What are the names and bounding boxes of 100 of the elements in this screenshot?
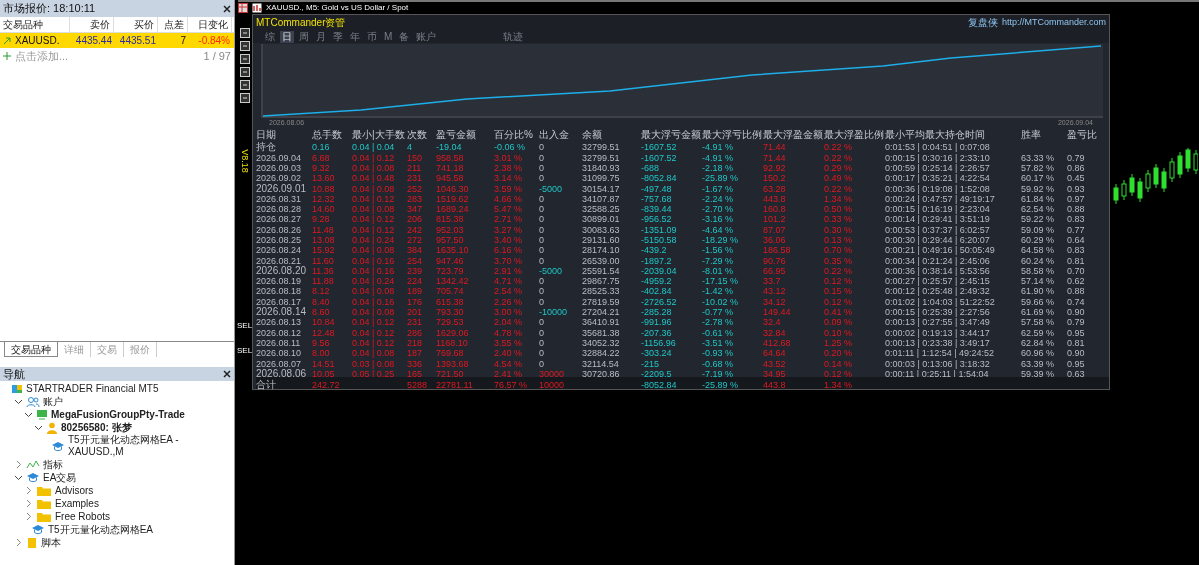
table-cell: 60.24 % [1021,255,1055,266]
navigator-item[interactable]: 80256580: 张梦 [61,421,132,434]
period-tab[interactable]: 季 [331,30,345,43]
navigator-item[interactable]: 脚本 [41,536,61,549]
column-header[interactable]: 日变化 [188,17,232,32]
table-cell: 30000 [539,368,565,379]
table-cell: 0.14 % [824,358,853,369]
chevron-right-icon[interactable] [24,499,33,508]
table-cell: 71.44 [763,152,786,163]
chevron-down-icon[interactable] [14,473,23,482]
table-cell: 2026.08.14 [256,306,307,318]
table-cell: 3.00 % [494,307,523,318]
table-cell: 2.26 % [494,296,523,307]
period-tab[interactable]: 备 [397,30,412,43]
table-cell: 283 [407,193,423,204]
table-cell: 0 [539,214,544,225]
column-header: 总手数 [312,129,343,141]
period-tab[interactable]: 轨迹 [501,30,526,43]
table-cell: 0.49 % [824,173,853,184]
period-tab[interactable]: 年 [348,30,362,43]
table-cell: 101.2 [763,214,786,225]
column-header: 百分比% [494,129,534,141]
close-icon[interactable] [223,370,231,378]
table-cell: 30899.01 [582,214,620,225]
table-cell: 0.70 [1067,265,1085,276]
chevron-down-icon[interactable] [14,397,23,406]
period-tab[interactable]: 周 [297,30,311,43]
chevron-down-icon[interactable] [24,410,33,419]
navigator-item[interactable]: T5开元量化动态网格EA [48,523,153,536]
table-cell: 0.04 | 0.12 [352,214,395,225]
navigator-item[interactable]: 指标 [43,458,63,471]
table-cell: 1046.30 [436,183,469,194]
table-cell: 947.46 [436,255,464,266]
table-cell: 3.59 % [494,183,523,194]
table-cell: 10.88 [312,183,335,194]
table-cell: 22781.11 [436,380,473,390]
period-tab[interactable]: M [382,30,395,43]
table-cell: 2026.08.27 [256,214,302,225]
navigator-item[interactable]: Examples [55,497,99,510]
table-cell: 11.36 [312,265,334,276]
table-cell: 59.92 % [1021,183,1055,194]
table-cell: -4.91 % [702,142,734,153]
table-cell: -2.18 % [702,162,734,173]
period-tab[interactable]: 日 [280,30,294,43]
table-cell: -303.24 [641,348,672,359]
plus-icon[interactable] [3,52,11,60]
period-tab[interactable]: 账户 [414,30,439,43]
table-cell: 187 [407,348,423,359]
table-cell: 0:00:15 | 0:16:19 | 2:23:04 [885,204,990,215]
table-cell: -4.64 % [702,224,734,235]
chevron-right-icon[interactable] [24,486,33,495]
close-icon[interactable] [223,4,231,13]
chevron-right-icon[interactable] [24,512,33,521]
navigator-item[interactable]: EA交易 [43,471,77,484]
table-cell: 201 [407,307,423,318]
table-cell: 59.09 % [1021,224,1055,235]
column-header[interactable]: 交易品种 [0,17,70,32]
table-cell: 0 [539,152,544,163]
table-cell: 0.77 [1067,224,1085,235]
table-cell: 31840.93 [582,162,620,173]
navigator-item[interactable]: 账户 [43,395,63,408]
period-tab[interactable]: 币 [365,30,379,43]
navigator-item[interactable]: T5开元量化动态网格EA - XAUUSD.,M [68,434,228,458]
site-name: 复盘侠 [967,16,998,30]
table-cell: 0.04 | 0.48 [352,173,395,184]
table-cell: 2.04 % [494,317,523,328]
column-header[interactable]: 买价 [114,17,158,32]
table-cell: 59.22 % [1021,214,1055,225]
chevron-down-icon[interactable] [34,423,43,432]
chevron-right-icon[interactable] [14,460,23,469]
table-cell: 57.82 % [1021,162,1055,173]
panel-tab[interactable]: 交易品种 [4,342,58,357]
table-cell: 76.57 % [494,380,528,390]
table-cell: 11.88 [312,276,334,287]
quote-row[interactable]: XAUUSD. 4435.44 4435.51 7 -0.84% [0,33,234,48]
script-icon [26,536,38,549]
navigator-item[interactable]: STARTRADER Financial MT5 [26,382,159,395]
table-cell: -5150.58 [641,235,677,245]
chevron-right-icon[interactable] [14,538,23,547]
table-cell: 2026.08.07 [256,358,302,369]
column-header[interactable]: 点差 [158,17,188,32]
table-cell: 29867.75 [582,276,620,287]
table-cell: 10.05 [312,368,335,379]
table-cell: 43.52 [763,358,786,369]
navigator-item[interactable]: Advisors [55,484,94,497]
table-cell: -1351.09 [641,224,677,235]
table-cell: 9.32 [312,162,330,173]
period-tab[interactable]: 月 [314,30,328,43]
navigator-item[interactable]: Free Robots [55,510,111,523]
table-cell: 2026.08.18 [256,286,302,297]
site-link[interactable]: http://MTCommander.com [1001,15,1106,30]
table-cell: 4.71 % [494,276,523,287]
table-cell: -2.24 % [702,193,734,204]
navigator-item[interactable]: MegaFusionGroupPty-Trade [51,408,185,421]
period-tab[interactable]: 综 [263,30,277,43]
column-header[interactable]: 卖价 [70,17,114,32]
table-cell: 0.22 % [824,183,853,194]
order-label: SEL [237,320,253,332]
table-cell: 59.66 % [1021,296,1055,307]
table-cell: 0.88 [1067,286,1085,297]
